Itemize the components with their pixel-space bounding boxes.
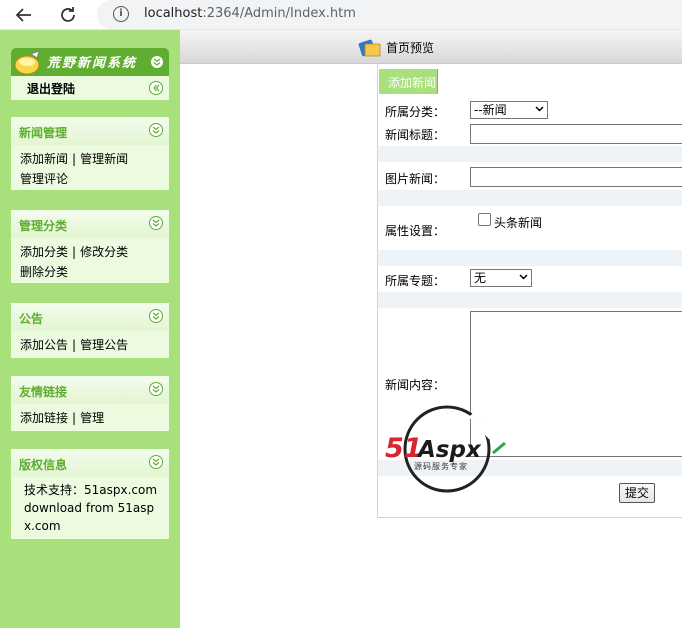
row-spacer <box>378 250 682 266</box>
browser-toolbar: i localhost:2364/Admin/Index.htm <box>0 0 682 30</box>
logo-icon <box>14 50 40 75</box>
row-image-news: 图片新闻： <box>378 162 682 190</box>
topic-select[interactable]: 无 <box>470 269 532 287</box>
watermark-brand-suffix: Aspx <box>416 437 482 463</box>
chevron-down-icon[interactable] <box>149 455 163 469</box>
watermark-logo: 51 Aspx 源码服务专家 <box>385 405 506 493</box>
row-topic: 所属专题： 无 <box>378 266 682 290</box>
url-path: :2364/Admin/Index.htm <box>202 6 356 21</box>
chevron-down-icon[interactable] <box>149 123 163 137</box>
content-label: 新闻内容： <box>385 378 446 392</box>
attributes-label: 属性设置： <box>385 224 446 238</box>
panel-category-management: 管理分类 添加分类 | 修改分类 删除分类 <box>11 210 169 283</box>
separator: | <box>72 245 77 259</box>
row-spacer <box>378 292 682 308</box>
panel-body: 添加分类 | 修改分类 删除分类 <box>11 238 169 288</box>
tab-strip: 添加新闻 <box>377 64 682 94</box>
link-manage-announcement[interactable]: 管理公告 <box>80 338 128 352</box>
separator: | <box>72 152 77 166</box>
chevron-down-icon[interactable] <box>149 382 163 396</box>
copyright-line: 技术支持：51aspx.com <box>24 483 158 497</box>
panel-announcements: 公告 添加公告 | 管理公告 <box>11 303 169 358</box>
panel-body: 添加公告 | 管理公告 <box>11 331 169 361</box>
page-title[interactable]: 首页预览 <box>386 39 434 56</box>
panel-title: 友情链接 <box>19 385 68 399</box>
logo: 荒野新闻系统 <box>11 48 169 76</box>
category-selected-value: --新闻 <box>474 103 507 117</box>
title-input[interactable] <box>470 124 682 144</box>
headline-checkbox[interactable] <box>478 213 491 226</box>
link-add-announcement[interactable]: 添加公告 <box>20 338 68 352</box>
preview-folder-icon <box>358 39 381 57</box>
image-news-label: 图片新闻： <box>385 172 446 186</box>
link-add-category[interactable]: 添加分类 <box>20 245 68 259</box>
url-text[interactable]: localhost:2364/Admin/Index.htm <box>144 6 356 21</box>
image-news-input[interactable] <box>470 167 682 187</box>
link-delete-category[interactable]: 删除分类 <box>20 265 68 279</box>
url-host: localhost <box>144 6 203 21</box>
panel-friend-links: 友情链接 添加链接 | 管理 <box>11 376 169 431</box>
row-category: 所属分类： --新闻 <box>378 100 682 120</box>
content-header: 首页预览 <box>180 30 682 64</box>
title-label: 新闻标题： <box>385 128 446 142</box>
collapse-chevron-icon[interactable] <box>150 55 164 69</box>
panel-title: 公告 <box>19 312 44 326</box>
panel-title: 新闻管理 <box>19 126 68 140</box>
separator: | <box>72 411 77 425</box>
row-spacer <box>378 146 682 162</box>
link-manage-news[interactable]: 管理新闻 <box>80 152 128 166</box>
logout-link[interactable]: 退出登陆 <box>27 80 75 97</box>
row-title: 新闻标题： <box>378 122 682 144</box>
panel-header[interactable]: 新闻管理 <box>11 117 169 145</box>
reload-button[interactable] <box>56 3 80 27</box>
link-manage-links[interactable]: 管理 <box>80 411 104 425</box>
panel-body: 添加新闻 | 管理新闻 管理评论 <box>11 145 169 195</box>
row-spacer <box>378 190 682 206</box>
panel-header[interactable]: 管理分类 <box>11 210 169 238</box>
row-attributes: 属性设置： 头条新闻 <box>378 206 682 250</box>
copyright-line: x.com <box>24 519 61 533</box>
sidebar: 荒野新闻系统 退出登陆 新闻管理 添加新闻 | 管理新闻 管理评论 管理分类 添加分… <box>0 30 180 628</box>
panel-header[interactable]: 版权信息 <box>11 449 169 477</box>
panel-title: 管理分类 <box>19 219 68 233</box>
topic-selected-value: 无 <box>474 271 487 285</box>
panel-header[interactable]: 友情链接 <box>11 376 169 404</box>
reload-icon <box>61 7 75 22</box>
link-add-news[interactable]: 添加新闻 <box>20 152 68 166</box>
panel-copyright: 版权信息 技术支持：51aspx.com download from 51asp… <box>11 449 169 539</box>
tab-add-news[interactable]: 添加新闻 <box>379 69 438 94</box>
topic-label: 所属专题： <box>385 274 446 288</box>
category-label: 所属分类： <box>385 105 446 119</box>
watermark-brand-prefix: 51 <box>385 433 423 464</box>
submit-button[interactable]: 提交 <box>619 483 656 503</box>
chevron-down-icon[interactable] <box>149 309 163 323</box>
headline-label[interactable]: 头条新闻 <box>494 214 542 231</box>
double-chevron-left-icon[interactable] <box>149 81 163 95</box>
link-manage-comments[interactable]: 管理评论 <box>20 172 68 186</box>
arrow-left-icon <box>15 8 31 22</box>
panel-header[interactable]: 公告 <box>11 303 169 331</box>
separator: | <box>72 338 77 352</box>
panel-news-management: 新闻管理 添加新闻 | 管理新闻 管理评论 <box>11 117 169 190</box>
watermark-tagline: 源码服务专家 <box>414 461 468 471</box>
copyright-line: download from 51asp <box>24 501 155 515</box>
dropdown-arrow-icon <box>519 274 528 280</box>
link-edit-category[interactable]: 修改分类 <box>80 245 128 259</box>
dropdown-arrow-icon <box>535 106 544 112</box>
info-icon[interactable]: i <box>113 6 129 22</box>
panel-body: 添加链接 | 管理 <box>11 404 169 434</box>
panel-title: 版权信息 <box>19 458 68 472</box>
logout-row[interactable]: 退出登陆 <box>11 76 169 100</box>
chevron-down-icon[interactable] <box>149 216 163 230</box>
logo-text: 荒野新闻系统 <box>47 56 138 71</box>
panel-body: 技术支持：51aspx.com download from 51asp x.co… <box>11 477 169 541</box>
back-button[interactable] <box>12 3 36 27</box>
category-select[interactable]: --新闻 <box>470 101 548 119</box>
link-add-link[interactable]: 添加链接 <box>20 411 68 425</box>
